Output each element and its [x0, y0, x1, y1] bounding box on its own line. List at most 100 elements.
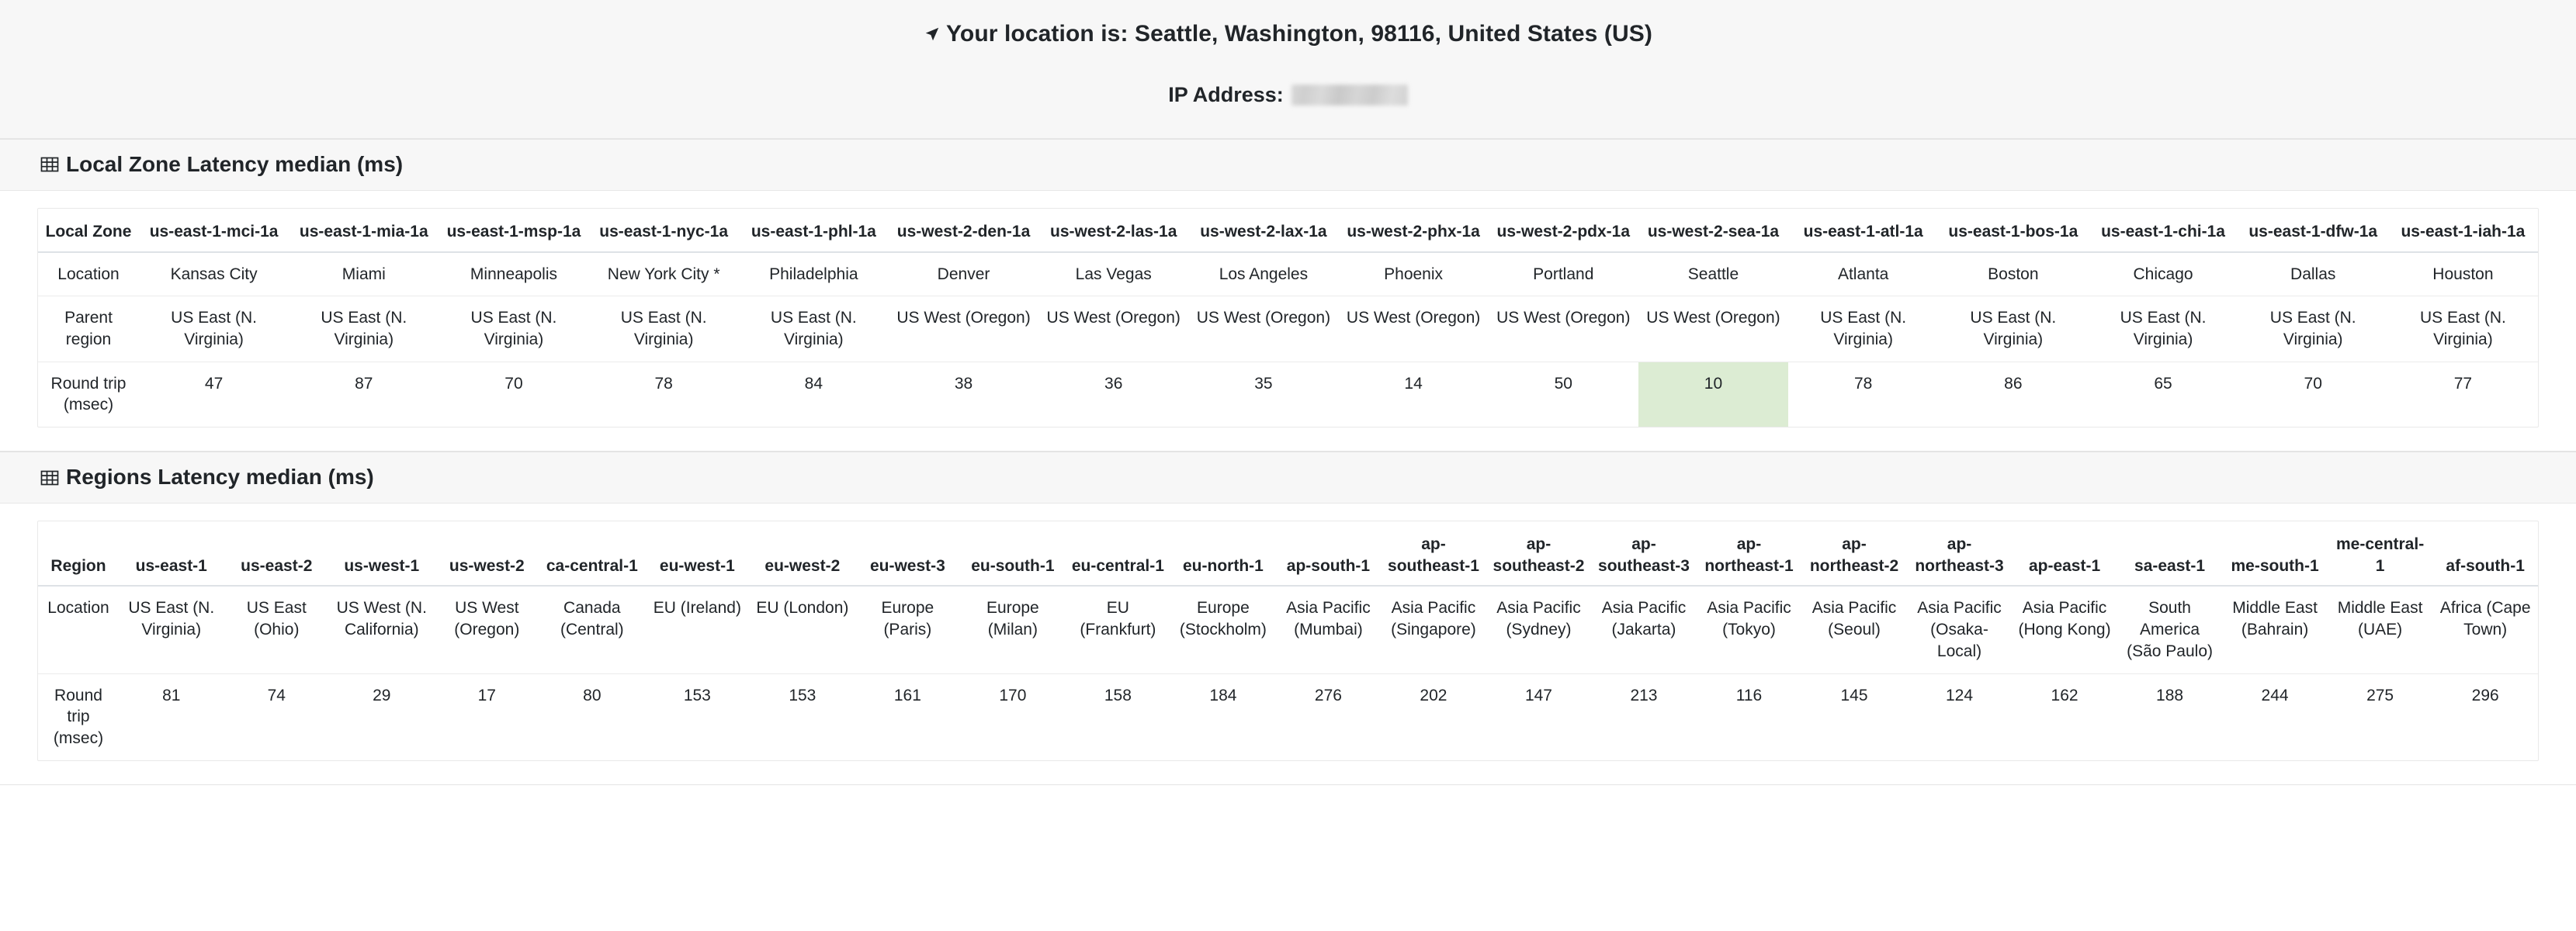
region-column-header: ap-northeast-1 [1696, 521, 1802, 587]
regions-header-label: Region [38, 521, 119, 587]
local-zone-rtt-cell-highlighted: 10 [1638, 361, 1789, 427]
region-column-header: ca-central-1 [539, 521, 645, 587]
local-zone-parent-region-cell: US East (N. Virginia) [2238, 296, 2388, 362]
local-zone-column-header: us-east-1-msp-1a [439, 208, 589, 253]
local-zone-location-cell: Portland [1533, 265, 1594, 283]
region-rtt-cell: 81 [119, 673, 224, 760]
region-column-header: sa-east-1 [2117, 521, 2223, 587]
local-zone-header-label: Local Zone [38, 208, 139, 253]
local-zone-location-cell: Miami [342, 265, 386, 283]
region-rtt-cell: 124 [1906, 673, 2013, 760]
local-zone-location-cell: Chicago [2133, 265, 2193, 283]
region-rtt-cell: 202 [1381, 673, 1486, 760]
region-location-cell: Europe (Paris) [881, 599, 934, 639]
region-column-header: me-central-1 [2327, 521, 2433, 587]
page-bottom-spacer [0, 785, 2576, 804]
local-zone-location-cell: Las Vegas [1075, 265, 1152, 283]
local-zone-title-bar: Local Zone Latency median (ms) [0, 140, 2576, 191]
ip-address-value-redacted [1291, 85, 1408, 106]
region-location-cell: EU (Ireland) [653, 599, 741, 618]
local-zone-rtt-cell: 14 [1338, 361, 1489, 427]
local-zone-column-header: us-east-1-phl-1a [738, 208, 889, 253]
local-zone-column-header: us-east-1-mia-1a [289, 208, 439, 253]
local-zone-column-header: us-west-2-las-1a [1038, 208, 1189, 253]
region-location-cell: Asia Pacific (Mumbai) [1286, 599, 1371, 639]
navigation-arrow-icon [924, 26, 941, 43]
local-zone-rtt-cell: 47 [139, 361, 289, 427]
local-zone-column-header: us-west-2-lax-1a [1188, 208, 1339, 253]
region-column-header: ap-southeast-1 [1381, 521, 1486, 587]
region-rtt-cell: 188 [2117, 673, 2223, 760]
local-zone-rtt-cell: 78 [1788, 361, 1939, 427]
ip-address-row: IP Address: [0, 83, 2576, 107]
region-column-header: eu-north-1 [1170, 521, 1276, 587]
local-zone-parent-region-cell: US West (Oregon) [1188, 296, 1339, 362]
local-zone-rtt-cell: 87 [289, 361, 439, 427]
local-zone-location-cell: Phoenix [1384, 265, 1444, 283]
regions-table-body: Location US East (N. Virginia) US East (O… [38, 586, 2538, 760]
region-column-header: us-east-1 [119, 521, 224, 587]
local-zone-parent-region-cell: US East (N. Virginia) [289, 296, 439, 362]
region-rtt-cell: 296 [2432, 673, 2538, 760]
local-zone-location-cell: Philadelphia [769, 265, 858, 283]
local-zone-rtt-cell: 50 [1488, 361, 1638, 427]
local-zone-rtt-cell: 38 [888, 361, 1039, 427]
local-zone-table-wrap: Local Zone us-east-1-mci-1a us-east-1-mia… [0, 191, 2576, 451]
region-rtt-cell: 158 [1065, 673, 1171, 760]
local-zone-column-header: us-east-1-dfw-1a [2238, 208, 2388, 253]
region-column-header: ap-east-1 [2012, 521, 2117, 587]
local-zone-column-header: us-east-1-iah-1a [2387, 208, 2538, 253]
local-zone-column-header: us-east-1-bos-1a [1938, 208, 2089, 253]
local-zone-location-cell: Minneapolis [470, 265, 557, 283]
region-column-header: ap-northeast-2 [1801, 521, 1907, 587]
local-zone-location-cell: Kansas City [170, 265, 258, 283]
row-label-round-trip: Round trip (msec) [38, 361, 139, 427]
local-zone-parent-region-cell: US West (Oregon) [1488, 296, 1638, 362]
region-rtt-cell: 213 [1591, 673, 1697, 760]
table-grid-icon [40, 469, 59, 487]
local-zone-table: Local Zone us-east-1-mci-1a us-east-1-mia… [38, 208, 2538, 427]
local-zone-column-header: us-east-1-chi-1a [2088, 208, 2238, 253]
table-row: Round trip (msec) 81 74 29 17 80 153 153 161 170… [38, 673, 2538, 760]
local-zone-location-cell: Denver [937, 265, 990, 283]
local-zone-parent-region-cell: US East (N. Virginia) [139, 296, 289, 362]
row-label-location: Location [47, 599, 109, 618]
region-location-cell: US West (Oregon) [454, 599, 520, 639]
local-zone-parent-region-cell: US East (N. Virginia) [2088, 296, 2238, 362]
region-location-cell: Asia Pacific (Singapore) [1391, 599, 1476, 639]
region-rtt-cell: 80 [539, 673, 645, 760]
region-column-header: ap-northeast-3 [1906, 521, 2013, 587]
local-zone-column-header: us-west-2-phx-1a [1338, 208, 1489, 253]
local-zone-column-header: us-east-1-nyc-1a [588, 208, 739, 253]
region-location-cell: Asia Pacific (Osaka-Local) [1917, 599, 2002, 660]
region-location-cell: Asia Pacific (Seoul) [1812, 599, 1897, 639]
local-zone-location-cell: Dallas [2290, 265, 2336, 283]
region-column-header: eu-west-1 [644, 521, 751, 587]
location-banner: Your location is: Seattle, Washington, 9… [0, 20, 2576, 48]
region-location-cell: Middle East (Bahrain) [2232, 599, 2318, 639]
local-zone-column-header: us-west-2-pdx-1a [1488, 208, 1638, 253]
page-header: Your location is: Seattle, Washington, 9… [0, 0, 2576, 139]
local-zone-rtt-cell: 86 [1938, 361, 2089, 427]
region-column-header: eu-south-1 [960, 521, 1066, 587]
local-zone-header-row: Local Zone us-east-1-mci-1a us-east-1-mia… [38, 208, 2538, 253]
regions-title-text: Regions Latency median (ms) [66, 465, 374, 490]
table-row: Location US East (N. Virginia) US East (O… [38, 586, 2538, 673]
region-location-cell: US West (N. California) [336, 599, 427, 639]
region-rtt-cell: 276 [1275, 673, 1382, 760]
region-location-cell: Africa (Cape Town) [2439, 599, 2531, 639]
local-zone-rtt-cell: 70 [2238, 361, 2388, 427]
regions-header-row: Region us-east-1 us-east-2 us-west-1 us-wes… [38, 521, 2538, 587]
regions-table-head: Region us-east-1 us-east-2 us-west-1 us-wes… [38, 521, 2538, 587]
region-location-cell: Canada (Central) [560, 599, 624, 639]
region-column-header: af-south-1 [2432, 521, 2538, 587]
ip-address-label: IP Address: [1168, 83, 1284, 106]
region-location-cell: Asia Pacific (Tokyo) [1707, 599, 1791, 639]
regions-title-bar: Regions Latency median (ms) [0, 452, 2576, 504]
region-location-cell: Asia Pacific (Sydney) [1496, 599, 1581, 639]
region-rtt-cell: 29 [329, 673, 435, 760]
region-column-header: us-east-2 [224, 521, 330, 587]
region-rtt-cell: 161 [855, 673, 961, 760]
local-zone-parent-region-cell: US West (Oregon) [1338, 296, 1489, 362]
region-rtt-cell: 275 [2327, 673, 2433, 760]
